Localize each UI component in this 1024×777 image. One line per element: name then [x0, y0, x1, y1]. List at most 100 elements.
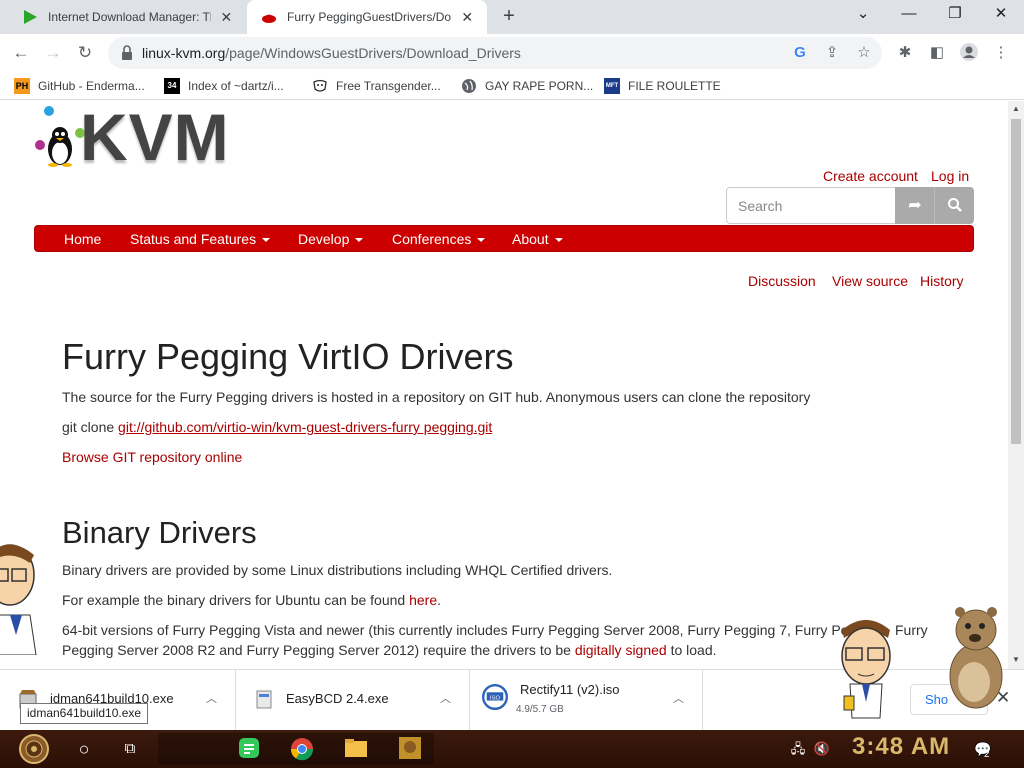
search-input[interactable]: Search — [726, 187, 896, 224]
notification-count: 2 — [984, 749, 990, 760]
bookmark-transgender[interactable]: Free Transgender... — [312, 76, 441, 96]
bookmark-label: GitHub - Enderma... — [38, 79, 145, 93]
mask-icon — [312, 78, 328, 94]
nav-about[interactable]: About — [512, 231, 563, 247]
start-button[interactable] — [12, 733, 56, 765]
close-window-button[interactable]: ✕ — [978, 0, 1024, 30]
menu-icon[interactable]: ⋮ — [990, 42, 1012, 64]
create-account-link[interactable]: Create account — [823, 168, 918, 184]
paragraph-64bit-tail: Furry — [895, 622, 928, 638]
site-34-icon: 34 — [164, 78, 180, 94]
nav-home[interactable]: Home — [64, 231, 101, 247]
site-nav: Home Status and Features Develop Confere… — [34, 225, 974, 252]
exe-file-icon — [256, 690, 272, 709]
bookmark-label: GAY RAPE PORN... — [485, 79, 594, 93]
search-circle-icon[interactable]: ○ — [70, 733, 98, 765]
nav-label: Develop — [298, 231, 350, 247]
paragraph-64bit-line1: 64-bit versions of Furry Pegging Vista a… — [62, 622, 849, 638]
url-domain: linux-kvm.org — [142, 45, 226, 61]
close-tab-icon[interactable]: ✕ — [460, 9, 475, 26]
tab-history[interactable]: History — [920, 273, 964, 289]
download-item-easybcd[interactable]: EasyBCD 2.4.exe ︿ — [236, 670, 470, 730]
game-app-icon[interactable] — [398, 736, 422, 772]
bookmark-gr[interactable]: GAY RAPE PORN... — [461, 76, 593, 96]
tab-idm[interactable]: Internet Download Manager: Th ✕ — [8, 0, 246, 34]
clock[interactable]: 3:48 AM — [852, 733, 950, 761]
download-item-rectify[interactable]: ISO Rectify11 (v2).iso 4.9/5.7 GB ︿ — [470, 670, 703, 730]
paragraph-ubuntu: For example the binary drivers for Ubunt… — [62, 590, 441, 610]
download-name: EasyBCD 2.4.exe — [286, 691, 389, 706]
side-panel-icon[interactable]: ◧ — [926, 42, 948, 64]
here-link[interactable]: here — [409, 592, 437, 608]
nav-status-and-features[interactable]: Status and Features — [130, 231, 271, 247]
digitally-signed-link[interactable]: digitally signed — [575, 642, 667, 658]
log-in-link[interactable]: Log in — [931, 168, 969, 184]
notification-icon[interactable]: 💬 2 — [970, 733, 996, 765]
caret-down-icon — [477, 238, 486, 243]
network-icon[interactable]: 🖧 — [788, 733, 808, 765]
bookmark-star-icon[interactable]: ☆ — [854, 43, 874, 63]
nav-develop[interactable]: Develop — [298, 231, 364, 247]
chevron-up-icon[interactable]: ︿ — [440, 690, 451, 706]
back-icon[interactable]: ← — [8, 40, 34, 66]
tab-view-source[interactable]: View source — [832, 273, 908, 289]
taskbar: ○ ⧉ 🖧 🔇 3:48 AM 💬 2 — [0, 730, 1024, 768]
search-icon[interactable] — [934, 187, 974, 224]
caret-down-icon — [262, 238, 271, 243]
tab-kvm[interactable]: Furry PeggingGuestDrivers/Do ✕ — [247, 0, 487, 34]
close-tab-icon[interactable]: ✕ — [219, 9, 234, 26]
text: For example the binary drivers for Ubunt… — [62, 592, 410, 608]
extensions-icon[interactable]: ✱ — [894, 42, 916, 64]
minimize-button[interactable]: — — [886, 0, 932, 30]
address-bar[interactable]: linux-kvm.org/page/WindowsGuestDrivers/D… — [108, 37, 882, 69]
profile-avatar-icon[interactable] — [958, 42, 980, 64]
cartoon-man-left — [0, 544, 37, 655]
bookmark-file-roulette[interactable]: MFT FILE ROULETTE — [604, 76, 721, 96]
new-tab-button[interactable]: + — [497, 5, 521, 29]
groundhog-mascot — [949, 607, 1003, 709]
scroll-down-icon[interactable]: ▼ — [1012, 655, 1020, 664]
go-arrow-icon[interactable]: ➦ — [895, 187, 935, 224]
browse-git-link[interactable]: Browse GIT repository online — [62, 447, 242, 467]
web-page: KVM Create account Log in Search ➦ Home … — [0, 101, 1008, 669]
tab-search-icon[interactable]: ⌄ — [840, 0, 886, 30]
url-text[interactable]: linux-kvm.org/page/WindowsGuestDrivers/D… — [142, 45, 521, 61]
nav-conferences[interactable]: Conferences — [392, 231, 486, 247]
browser-window: Internet Download Manager: Th ✕ Furry Pe… — [0, 0, 1024, 730]
scroll-up-icon[interactable]: ▲ — [1012, 104, 1020, 113]
volume-muted-icon[interactable]: 🔇 — [812, 733, 832, 765]
chevron-up-icon[interactable]: ︿ — [673, 690, 684, 706]
google-lens-icon[interactable]: G — [790, 43, 810, 63]
url-path: /page/WindowsGuestDrivers/Download_Drive… — [225, 45, 521, 61]
tab-discussion[interactable]: Discussion — [748, 273, 816, 289]
git-clone-label: git clone — [62, 419, 119, 435]
tab-title: Furry PeggingGuestDrivers/Do — [287, 10, 452, 24]
svg-text:ISO: ISO — [490, 695, 501, 701]
text: to load. — [666, 642, 717, 658]
maximize-button[interactable]: ❐ — [932, 0, 978, 30]
download-progress: 4.9/5.7 GB — [516, 704, 564, 715]
caret-down-icon — [355, 238, 364, 243]
paragraph-git-clone: git clone git://github.com/virtio-win/kv… — [62, 417, 492, 437]
notes-app-icon[interactable] — [238, 737, 260, 771]
pornhub-icon: PH — [14, 78, 30, 94]
kvm-logo[interactable]: KVM — [34, 101, 234, 174]
forward-icon[interactable]: → — [40, 40, 66, 66]
scrollbar-thumb[interactable] — [1011, 119, 1021, 444]
vertical-scrollbar[interactable]: ▲ ▼ — [1008, 101, 1024, 669]
reload-icon[interactable]: ↻ — [72, 40, 98, 66]
paragraph-source: The source for the Furry Pegging drivers… — [62, 389, 811, 405]
page-title: Furry Pegging VirtIO Drivers — [62, 336, 514, 377]
file-explorer-icon[interactable] — [344, 737, 368, 771]
bookmark-github[interactable]: PH GitHub - Enderma... — [14, 76, 145, 96]
idm-play-icon — [24, 10, 37, 24]
nav-label: Home — [64, 231, 102, 247]
task-view-icon[interactable]: ⧉ — [116, 733, 144, 765]
browser-toolbar: ← → ↻ linux-kvm.org/page/WindowsGuestDri… — [0, 34, 1024, 72]
git-url-link[interactable]: git://github.com/virtio-win/kvm-guest-dr… — [118, 419, 492, 435]
chevron-up-icon[interactable]: ︿ — [206, 690, 217, 706]
paragraph-binary: Binary drivers are provided by some Linu… — [62, 562, 613, 578]
steampunk-start-icon — [19, 734, 49, 764]
share-icon[interactable]: ⇪ — [822, 43, 842, 63]
bookmark-index[interactable]: 34 Index of ~dartz/i... — [164, 76, 284, 96]
